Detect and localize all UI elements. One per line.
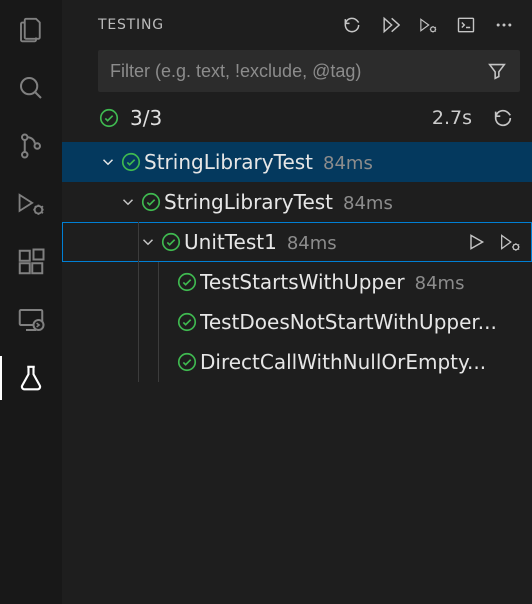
refresh-icon xyxy=(342,15,362,35)
tree-desc: 84ms xyxy=(287,233,337,254)
pass-icon xyxy=(160,231,182,253)
activity-testing[interactable] xyxy=(15,362,47,394)
tree-row-test[interactable]: DirectCallWithNullOrEmpty... xyxy=(62,342,532,382)
pass-icon xyxy=(176,271,198,293)
terminal-output-icon xyxy=(456,14,476,36)
test-tree: StringLibraryTest 84ms StringLibraryTest 8… xyxy=(62,142,532,382)
run-all-tests-button[interactable] xyxy=(380,15,400,35)
tree-row-test[interactable]: TestDoesNotStartWithUpper... xyxy=(62,302,532,342)
activity-search[interactable] xyxy=(15,72,47,104)
beaker-icon xyxy=(16,363,46,393)
tree-label: StringLibraryTest xyxy=(144,150,313,174)
run-all-icon xyxy=(380,14,400,36)
tree-desc: 84ms xyxy=(323,153,373,174)
panel-header: TESTING xyxy=(62,0,532,50)
activity-bar xyxy=(0,0,62,604)
filter-funnel-icon[interactable] xyxy=(486,60,508,82)
status-duration: 2.7s xyxy=(432,107,472,129)
more-icon xyxy=(494,15,514,35)
source-control-icon xyxy=(16,131,46,161)
pass-icon xyxy=(98,107,120,129)
tree-row-class[interactable]: UnitTest1 84ms xyxy=(62,222,532,262)
tree-row-namespace[interactable]: StringLibraryTest 84ms xyxy=(62,182,532,222)
refresh-icon[interactable] xyxy=(492,107,514,129)
search-icon xyxy=(16,73,46,103)
show-output-button[interactable] xyxy=(456,15,476,35)
activity-extensions[interactable] xyxy=(15,246,47,278)
tree-label: TestStartsWithUpper xyxy=(200,270,405,294)
panel-header-actions xyxy=(342,15,514,35)
tree-label: UnitTest1 xyxy=(184,230,277,254)
panel-title: TESTING xyxy=(98,17,330,33)
pass-icon xyxy=(176,311,198,333)
filter-row xyxy=(62,50,532,102)
pass-icon xyxy=(140,191,162,213)
tree-label: StringLibraryTest xyxy=(164,190,333,214)
debug-all-tests-button[interactable] xyxy=(418,15,438,35)
filter-input[interactable] xyxy=(110,61,476,82)
tree-desc: 84ms xyxy=(343,193,393,214)
pass-icon xyxy=(120,151,142,173)
status-ratio: 3/3 xyxy=(130,106,162,130)
refresh-tests-button[interactable] xyxy=(342,15,362,35)
tree-label: TestDoesNotStartWithUpper... xyxy=(200,310,497,334)
pass-icon xyxy=(176,351,198,373)
tree-row-test[interactable]: TestStartsWithUpper 84ms xyxy=(62,262,532,302)
activity-remote[interactable] xyxy=(15,304,47,336)
extensions-icon xyxy=(16,247,46,277)
chevron-down-icon xyxy=(99,153,117,171)
status-row: 3/3 2.7s xyxy=(62,102,532,142)
activity-run-debug[interactable] xyxy=(15,188,47,220)
chevron-down-icon xyxy=(119,193,137,211)
tree-desc: 84ms xyxy=(415,273,465,294)
debug-all-icon xyxy=(418,14,438,36)
tree-row-project[interactable]: StringLibraryTest 84ms xyxy=(62,142,532,182)
testing-sidebar: TESTING xyxy=(62,0,532,604)
activity-explorer[interactable] xyxy=(15,14,47,46)
chevron-down-icon xyxy=(139,233,157,251)
play-icon[interactable] xyxy=(466,232,486,252)
more-actions-button[interactable] xyxy=(494,15,514,35)
tree-label: DirectCallWithNullOrEmpty... xyxy=(200,350,486,374)
filter-box xyxy=(98,50,520,92)
run-debug-icon xyxy=(15,189,47,219)
activity-source-control[interactable] xyxy=(15,130,47,162)
debug-play-icon[interactable] xyxy=(498,232,522,252)
files-icon xyxy=(16,15,46,45)
remote-icon xyxy=(16,305,46,335)
